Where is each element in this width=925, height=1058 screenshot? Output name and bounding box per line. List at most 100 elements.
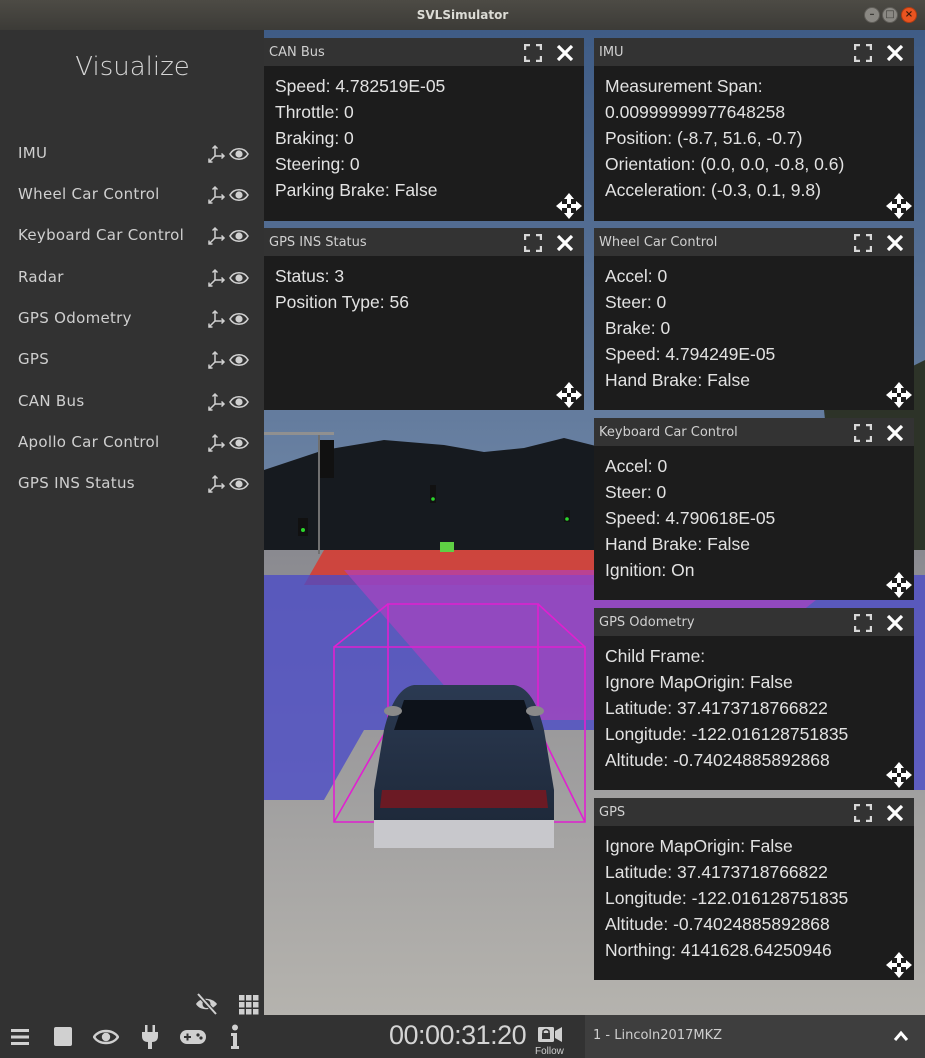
bottom-toolbar: 00:00:31:20 Follow 1 - Lincoln2017MKZ	[0, 1015, 925, 1058]
sidebar-item-keyboard-car-control[interactable]: Keyboard Car Control	[0, 217, 265, 253]
eye-off-icon[interactable]	[194, 992, 220, 1016]
move-handle-icon[interactable]	[556, 193, 582, 219]
axis-icon[interactable]	[207, 185, 227, 205]
menu-icon[interactable]	[10, 1027, 30, 1047]
panel-title: CAN Bus	[269, 45, 325, 60]
info-icon[interactable]	[229, 1024, 241, 1050]
panel-header[interactable]: Keyboard Car Control	[594, 418, 914, 446]
panel-value: Brake: 0	[605, 318, 671, 338]
axis-icon[interactable]	[207, 268, 227, 288]
move-handle-icon[interactable]	[556, 382, 582, 408]
sidebar-item-label: GPS	[18, 350, 50, 368]
imu-panel: IMU Measurement Span: 0.00999999977648258 P…	[594, 38, 914, 221]
camera-lock-icon[interactable]	[537, 1024, 563, 1044]
axis-icon[interactable]	[207, 226, 227, 246]
eye-icon[interactable]	[229, 311, 249, 327]
grid-icon[interactable]	[238, 994, 260, 1016]
fullscreen-icon[interactable]	[854, 44, 872, 62]
eye-icon[interactable]	[229, 435, 249, 451]
axis-icon[interactable]	[207, 309, 227, 329]
panel-value: Steer: 0	[605, 292, 667, 312]
panel-value: Acceleration: (-0.3, 0.1, 9.8)	[605, 180, 821, 200]
panel-body: Child Frame: Ignore MapOrigin: False Latit…	[594, 636, 914, 773]
close-icon[interactable]	[886, 234, 904, 252]
panel-value: Position: (-8.7, 51.6, -0.7)	[605, 128, 803, 148]
eye-icon[interactable]	[229, 352, 249, 368]
axis-icon[interactable]	[207, 433, 227, 453]
axis-icon[interactable]	[207, 350, 227, 370]
eye-icon[interactable]	[229, 270, 249, 286]
fullscreen-icon[interactable]	[854, 614, 872, 632]
sidebar-item-label: GPS Odometry	[18, 309, 132, 327]
close-icon[interactable]	[556, 44, 574, 62]
fullscreen-icon[interactable]	[524, 234, 542, 252]
eye-icon[interactable]	[93, 1028, 119, 1046]
move-handle-icon[interactable]	[886, 952, 912, 978]
axis-icon[interactable]	[207, 474, 227, 494]
panel-value: Measurement Span:	[605, 76, 763, 96]
vehicle-name: 1 - Lincoln2017MKZ	[593, 1028, 723, 1043]
close-icon[interactable]	[886, 804, 904, 822]
sidebar-item-wheel-car-control[interactable]: Wheel Car Control	[0, 176, 265, 212]
move-handle-icon[interactable]	[886, 762, 912, 788]
plug-icon[interactable]	[141, 1024, 159, 1050]
panel-header[interactable]: GPS INS Status	[264, 228, 584, 256]
panel-value: Speed: 4.782519E-05	[275, 76, 446, 96]
sidebar-item-gps-ins-status[interactable]: GPS INS Status	[0, 465, 265, 501]
fullscreen-icon[interactable]	[854, 234, 872, 252]
sidebar-item-apollo-car-control[interactable]: Apollo Car Control	[0, 424, 265, 460]
sidebar-item-can-bus[interactable]: CAN Bus	[0, 383, 265, 419]
close-icon[interactable]	[886, 614, 904, 632]
panel-value: Ignition: On	[605, 560, 695, 580]
sidebar-item-label: CAN Bus	[18, 392, 85, 410]
close-icon[interactable]	[886, 44, 904, 62]
panel-body: Accel: 0 Steer: 0 Speed: 4.790618E-05 Hand …	[594, 446, 914, 583]
sidebar-item-radar[interactable]: Radar	[0, 259, 265, 295]
close-icon[interactable]	[556, 234, 574, 252]
panel-value: Latitude: 37.4173718766822	[605, 698, 828, 718]
fullscreen-icon[interactable]	[524, 44, 542, 62]
panel-value: Hand Brake: False	[605, 534, 750, 554]
eye-icon[interactable]	[229, 476, 249, 492]
sidebar-item-label: Apollo Car Control	[18, 433, 160, 451]
maximize-button[interactable]: □	[882, 7, 898, 23]
minimize-button[interactable]: –	[864, 7, 880, 23]
panel-title: GPS	[599, 805, 626, 820]
eye-icon[interactable]	[229, 187, 249, 203]
panel-header[interactable]: CAN Bus	[264, 38, 584, 66]
panel-header[interactable]: GPS Odometry	[594, 608, 914, 636]
panel-value: Speed: 4.790618E-05	[605, 508, 776, 528]
eye-icon[interactable]	[229, 146, 249, 162]
panel-value: Longitude: -122.016128751835	[605, 724, 849, 744]
panel-header[interactable]: IMU	[594, 38, 914, 66]
stop-icon[interactable]	[53, 1026, 73, 1048]
sidebar-item-gps[interactable]: GPS	[0, 341, 265, 377]
move-handle-icon[interactable]	[886, 193, 912, 219]
eye-icon[interactable]	[229, 394, 249, 410]
panel-value: Steer: 0	[605, 482, 667, 502]
panel-value: Altitude: -0.74024885892868	[605, 750, 830, 770]
keyboard-car-control-panel: Keyboard Car Control Accel: 0 Steer: 0 Spee…	[594, 418, 914, 600]
gamepad-icon[interactable]	[179, 1028, 207, 1046]
close-icon[interactable]	[886, 424, 904, 442]
eye-icon[interactable]	[229, 228, 249, 244]
panel-value: Speed: 4.794249E-05	[605, 344, 776, 364]
panel-value: Orientation: (0.0, 0.0, -0.8, 0.6)	[605, 154, 845, 174]
close-window-button[interactable]: ×	[901, 7, 917, 23]
panel-header[interactable]: GPS	[594, 798, 914, 826]
panel-header[interactable]: Wheel Car Control	[594, 228, 914, 256]
gps-ins-status-panel: GPS INS Status Status: 3 Position Type: 56	[264, 228, 584, 410]
panel-title: GPS INS Status	[269, 235, 367, 250]
axis-icon[interactable]	[207, 144, 227, 164]
move-handle-icon[interactable]	[886, 382, 912, 408]
fullscreen-icon[interactable]	[854, 424, 872, 442]
sidebar-item-imu[interactable]: IMU	[0, 135, 265, 171]
move-handle-icon[interactable]	[886, 572, 912, 598]
vehicle-selector[interactable]: 1 - Lincoln2017MKZ	[585, 1015, 925, 1058]
panel-value: Hand Brake: False	[605, 370, 750, 390]
chevron-up-icon[interactable]	[893, 1029, 909, 1043]
axis-icon[interactable]	[207, 392, 227, 412]
sidebar-item-gps-odometry[interactable]: GPS Odometry	[0, 300, 265, 336]
panel-value: Ignore MapOrigin: False	[605, 836, 793, 856]
fullscreen-icon[interactable]	[854, 804, 872, 822]
